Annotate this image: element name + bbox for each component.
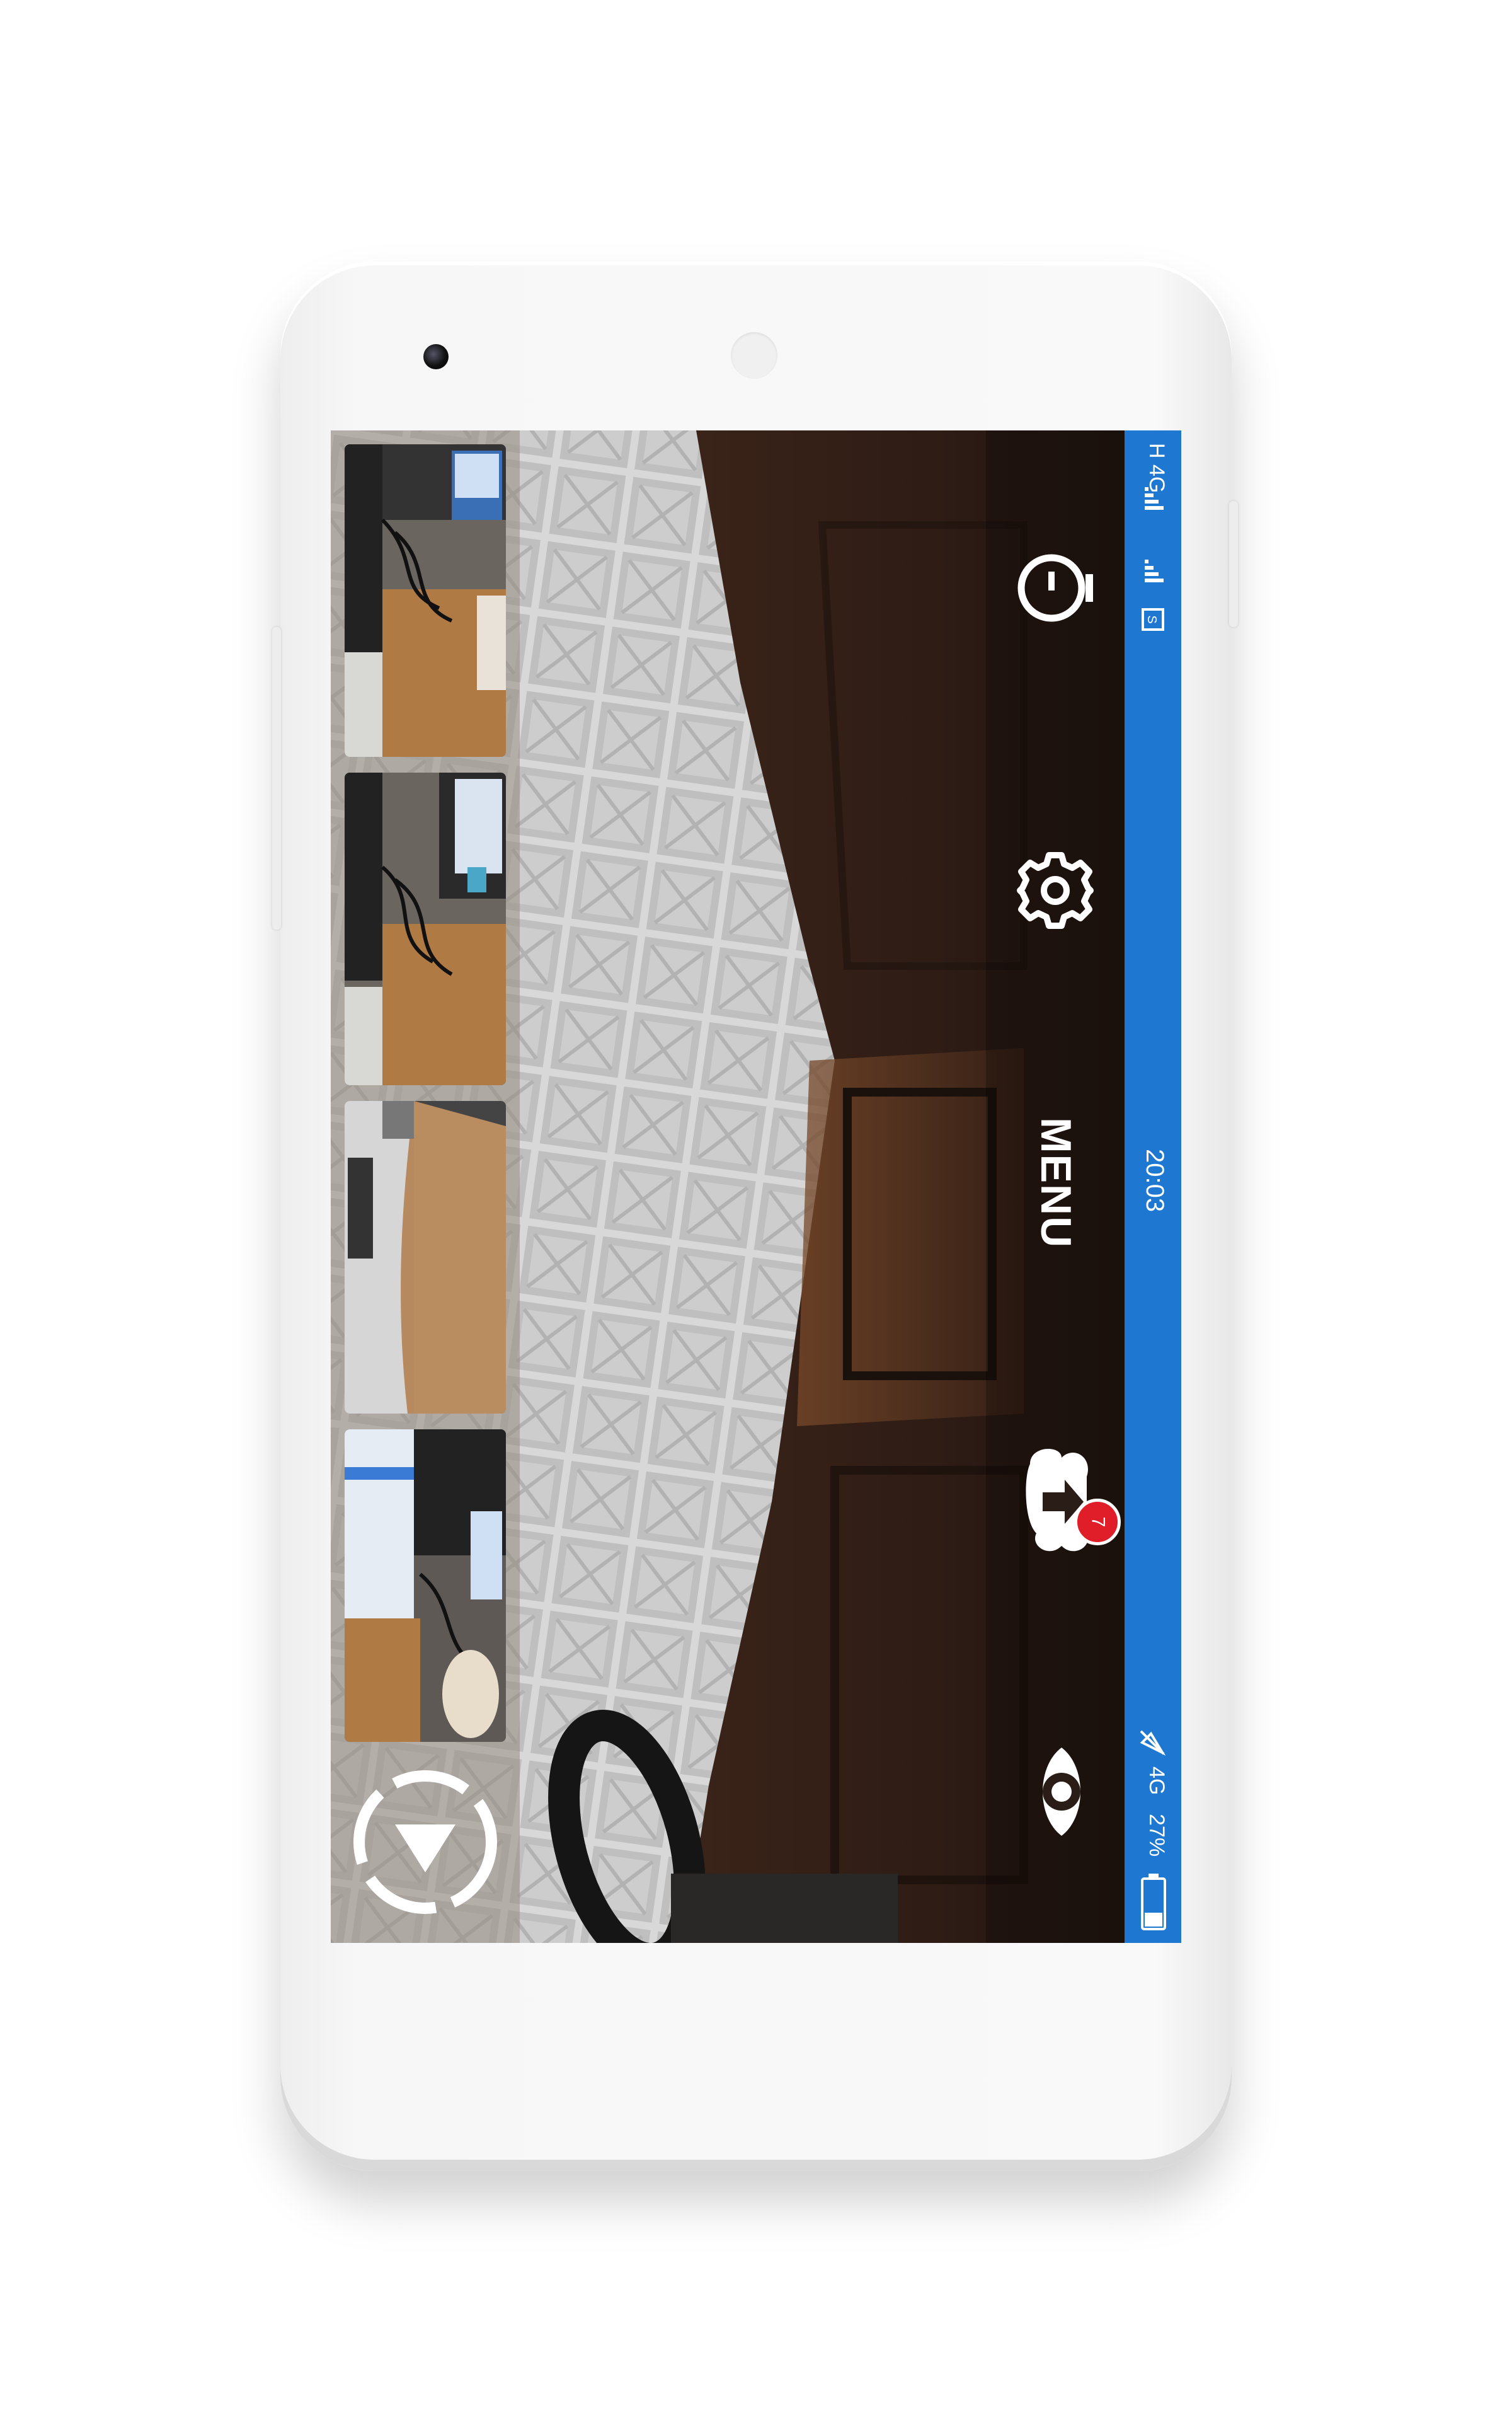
gear-icon: [1017, 852, 1094, 929]
thumbnail-4[interactable]: [345, 1429, 506, 1742]
thumbnail-2[interactable]: [345, 773, 506, 1085]
cloud-upload-button[interactable]: 7: [1011, 1439, 1121, 1565]
timer-icon: [1017, 554, 1093, 622]
battery-icon: [1141, 1874, 1166, 1930]
front-camera: [423, 344, 449, 369]
sim-icon: S: [1142, 608, 1164, 631]
network-indicator: H 4G: [1145, 443, 1169, 493]
proximity-sensor: [731, 332, 777, 379]
timer-button[interactable]: [1011, 544, 1099, 632]
power-button: [1229, 501, 1238, 627]
volume-button: [272, 627, 281, 930]
preview-button[interactable]: [1017, 1741, 1106, 1842]
svg-text:S: S: [1145, 615, 1159, 623]
signal-icon-2: [1145, 560, 1164, 582]
menu-label: MENU: [1032, 1117, 1080, 1249]
signal-icon: [1145, 487, 1164, 510]
mute-icon: [1140, 1730, 1166, 1756]
menu-button[interactable]: MENU: [1030, 1117, 1087, 1269]
settings-button[interactable]: [1011, 846, 1099, 935]
camera-screen: MENU 7 H 4G S 20:03 4G 27%: [331, 430, 1181, 1943]
thumbnail-3[interactable]: [345, 1101, 506, 1414]
capture-icon: [353, 1770, 497, 1914]
upload-count-badge: 7: [1074, 1499, 1121, 1545]
battery-percent: 27%: [1145, 1814, 1169, 1857]
badge-count: 7: [1087, 1516, 1108, 1528]
status-bar: H 4G S 20:03 4G 27%: [1125, 430, 1181, 1943]
clock: 20:03: [1141, 1149, 1169, 1213]
network-indicator-2: 4G: [1145, 1766, 1169, 1795]
capture-button[interactable]: [350, 1766, 501, 1918]
thumbnail-1[interactable]: [345, 444, 506, 757]
eye-icon: [1043, 1748, 1080, 1836]
